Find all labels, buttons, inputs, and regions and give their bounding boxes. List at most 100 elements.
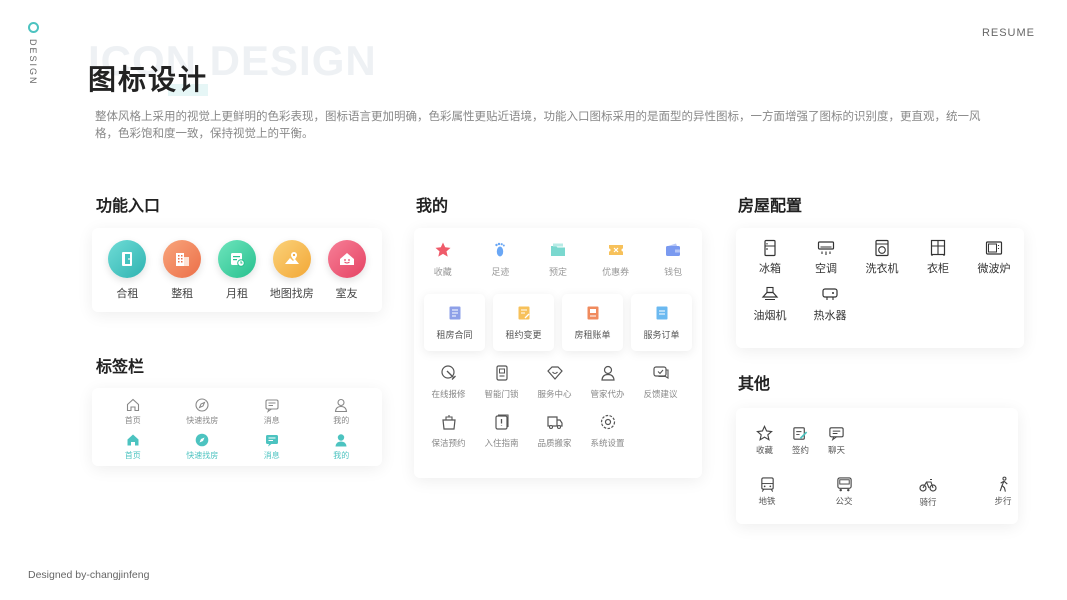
- tabbar-card: 首页 快速找房 消息 我的 首页 快速找房 消息 我的: [92, 388, 382, 466]
- mine-item-cleaning[interactable]: 保洁预约: [422, 413, 475, 449]
- footprint-icon: [495, 242, 506, 257]
- house-label: 空调: [815, 262, 837, 275]
- mine-item-wallet[interactable]: 钱包: [644, 241, 702, 278]
- section-title-functions: 功能入口: [96, 196, 161, 215]
- tab-label: 快速找房: [186, 416, 219, 425]
- func-item-whole-rent[interactable]: 整租: [155, 240, 210, 301]
- mine-item-repair[interactable]: 在线报修: [422, 364, 475, 400]
- chat-icon: [829, 427, 844, 442]
- other-label: 收藏: [756, 446, 774, 456]
- mine-item-smart-lock[interactable]: 智能门锁: [475, 364, 528, 400]
- sign-icon: [793, 427, 808, 440]
- mine-label: 反馈建议: [643, 390, 678, 400]
- other-item-bus[interactable]: 公交: [834, 476, 854, 508]
- tab-label: 消息: [263, 416, 280, 425]
- tab-messages-active[interactable]: 消息: [242, 432, 302, 461]
- page-description: 整体风格上采用的视觉上更鲜明的色彩表现，图标语言更加明确，色彩属性更贴近语境，功…: [95, 109, 981, 140]
- mine-box-rent-bill[interactable]: 房租账单: [562, 294, 623, 351]
- star-icon: [435, 242, 451, 257]
- mine-box-contract[interactable]: 租房合同: [424, 294, 485, 351]
- house-item-water-heater[interactable]: 热水器: [802, 286, 858, 323]
- side-label-text: DESIGN: [28, 39, 38, 86]
- feedback-icon: [652, 366, 669, 379]
- tab-home[interactable]: 首页: [103, 397, 163, 426]
- func-item-shared-rent[interactable]: 合租: [100, 240, 155, 301]
- tab-quick-search-active[interactable]: 快速找房: [172, 432, 232, 461]
- lock-icon: [495, 365, 508, 381]
- settings-icon: [600, 414, 615, 430]
- tab-label: 消息: [263, 451, 280, 460]
- mine-card: 收藏 足迹 预定 优惠券 钱包 租房合同 租约变更 房租账单 服务订单 在线报修…: [414, 228, 702, 478]
- section-title-tabbar: 标签栏: [96, 357, 145, 376]
- mine-item-checkin-guide[interactable]: 入住指南: [475, 413, 528, 449]
- mine-label: 入住指南: [484, 439, 519, 449]
- mine-item-service-center[interactable]: 服务中心: [528, 364, 581, 400]
- mine-box-service-order[interactable]: 服务订单: [631, 294, 692, 351]
- tab-mine[interactable]: 我的: [311, 397, 371, 426]
- contract-icon: [449, 306, 460, 319]
- mine-item-moving[interactable]: 品质搬家: [528, 413, 581, 449]
- other-label: 地铁: [758, 497, 776, 507]
- tab-messages[interactable]: 消息: [242, 397, 302, 426]
- house-row-1: 冰箱 空调 洗衣机 衣柜 微波炉: [736, 239, 1024, 276]
- bus-icon: [836, 477, 852, 492]
- other-item-sign[interactable]: 签约: [792, 425, 809, 456]
- func-label: 室友: [335, 287, 358, 300]
- house-label: 油烟机: [753, 309, 787, 322]
- tab-home-active[interactable]: 首页: [103, 432, 163, 461]
- home-icon: [126, 398, 139, 412]
- house-item-fridge[interactable]: 冰箱: [742, 239, 798, 276]
- house-item-range-hood[interactable]: 油烟机: [742, 286, 798, 323]
- ring-icon: [27, 22, 39, 33]
- mine-item-footprints[interactable]: 足迹: [472, 241, 530, 278]
- tab-quick-search[interactable]: 快速找房: [172, 397, 232, 426]
- other-label: 聊天: [828, 446, 846, 456]
- mine-label: 足迹: [491, 268, 510, 278]
- house-item-wardrobe[interactable]: 衣柜: [910, 239, 966, 276]
- house-label: 洗衣机: [865, 262, 899, 275]
- walk-icon: [999, 476, 1008, 492]
- func-label: 地图找房: [269, 287, 314, 300]
- mine-item-coupons[interactable]: 优惠券: [587, 241, 645, 278]
- house-item-microwave[interactable]: 微波炉: [966, 239, 1022, 276]
- house-label: 冰箱: [759, 262, 781, 275]
- other-item-chat[interactable]: 聊天: [828, 425, 845, 456]
- mine-box-lease-change[interactable]: 租约变更: [493, 294, 554, 351]
- other-item-bicycle[interactable]: 骑行: [918, 476, 938, 508]
- house-label: 衣柜: [927, 262, 949, 275]
- mine-label: 在线报修: [431, 390, 466, 400]
- house-item-washer[interactable]: 洗衣机: [854, 239, 910, 276]
- mine-item-feedback[interactable]: 反馈建议: [634, 364, 687, 400]
- mine-label: 预定: [548, 268, 567, 278]
- range-hood-icon: [761, 286, 779, 300]
- tab-mine-active[interactable]: 我的: [311, 432, 371, 461]
- func-item-roommate[interactable]: 室友: [319, 240, 374, 301]
- mine-label: 房租账单: [574, 330, 611, 341]
- mine-item-butler[interactable]: 管家代办: [581, 364, 634, 400]
- other-item-subway[interactable]: 地铁: [757, 476, 777, 508]
- house-item-ac[interactable]: 空调: [798, 239, 854, 276]
- house-card: 冰箱 空调 洗衣机 衣柜 微波炉 油烟机 热水器: [736, 228, 1024, 348]
- other-item-favorite[interactable]: 收藏: [756, 425, 773, 456]
- wardrobe-icon: [930, 239, 946, 256]
- cleaning-icon: [441, 415, 456, 430]
- butler-icon: [600, 365, 615, 381]
- func-item-map-search[interactable]: 地图找房: [264, 240, 319, 301]
- func-label: 月租: [225, 287, 248, 300]
- resume-link[interactable]: RESUME: [982, 27, 1035, 39]
- func-item-monthly-rent[interactable]: 月租: [210, 240, 265, 301]
- diamond-heart-icon: [546, 366, 563, 380]
- mine-item-favorites[interactable]: 收藏: [414, 241, 472, 278]
- mine-label: 管家代办: [590, 390, 625, 400]
- mine-item-booking[interactable]: 预定: [529, 241, 587, 278]
- other-item-walk[interactable]: 步行: [993, 476, 1013, 508]
- mine-item-settings[interactable]: 系统设置: [581, 413, 634, 449]
- smile-house-icon: [327, 240, 366, 278]
- message-icon: [265, 399, 279, 413]
- wallet-icon: [666, 243, 681, 256]
- mine-label: 租约变更: [505, 330, 542, 341]
- mine-label: 服务订单: [643, 330, 680, 341]
- mine-top-row: 收藏 足迹 预定 优惠券 钱包: [414, 228, 702, 278]
- tab-label: 快速找房: [186, 451, 219, 460]
- order-icon: [656, 306, 667, 319]
